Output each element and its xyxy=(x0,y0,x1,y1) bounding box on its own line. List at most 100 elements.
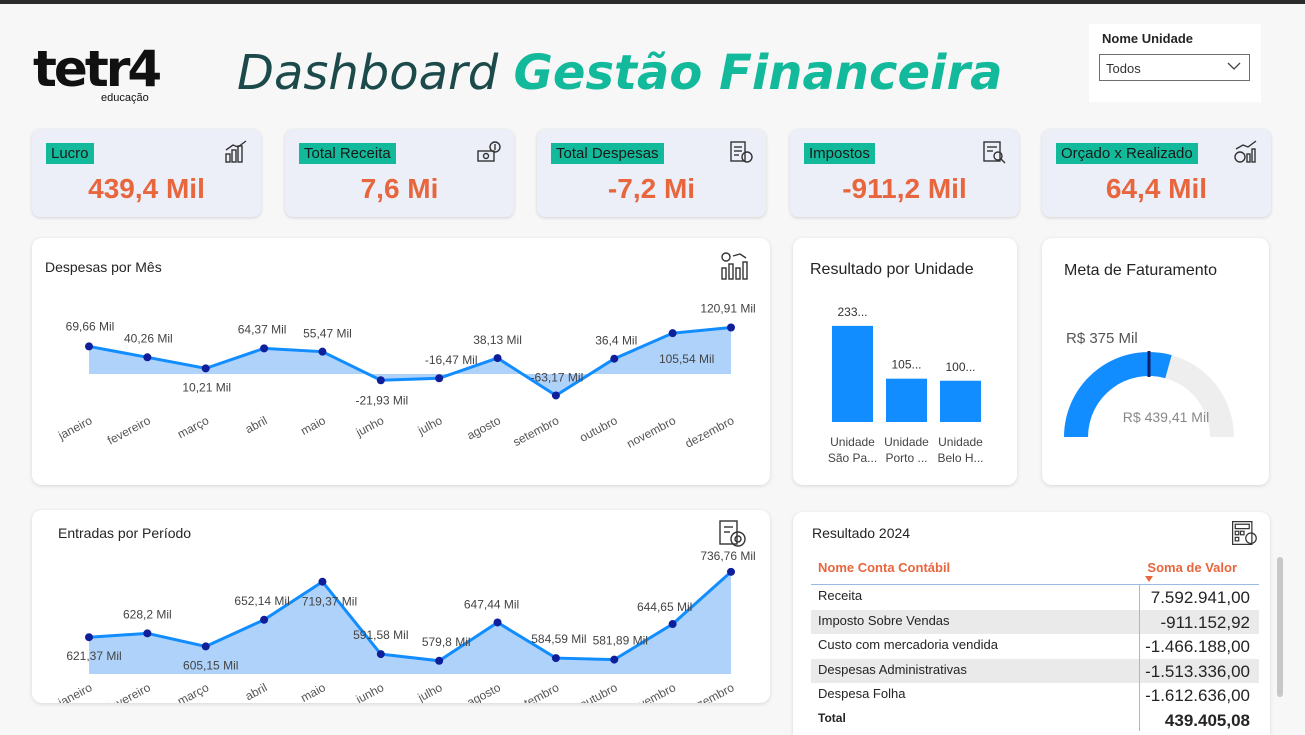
gauge-target-label: R$ 375 Mil xyxy=(1066,330,1138,347)
data-point xyxy=(435,656,444,665)
column-divider xyxy=(1139,585,1140,731)
dropdown-value: Todos xyxy=(1106,61,1141,76)
data-label: 652,14 Mil xyxy=(234,594,289,608)
calculator-icon xyxy=(1232,521,1257,545)
data-point xyxy=(493,354,502,363)
data-label: 584,59 Mil xyxy=(531,632,586,646)
x-tick-label: Unidade xyxy=(830,435,875,449)
data-label: 605,15 Mil xyxy=(183,658,238,672)
x-tick-label: novembro xyxy=(624,680,678,703)
kpi-label: Total Despesas xyxy=(551,143,664,164)
x-tick-label: agosto xyxy=(465,413,504,442)
x-tick-label: fevereiro xyxy=(105,413,153,447)
resultado-title: Resultado 2024 xyxy=(812,525,911,541)
despesas-plot: 69,66 Mil janeiro 40,26 Mil fevereiro 10,21 … xyxy=(55,302,756,451)
unidade-plot: 233... Unidade São Pa... 105... Unidade Porto… xyxy=(828,305,984,465)
x-tick-label: novembro xyxy=(624,413,678,451)
data-point xyxy=(610,655,619,664)
data-label: 69,66 Mil xyxy=(66,319,115,333)
bar-chart-icon xyxy=(225,140,247,163)
data-point xyxy=(201,642,210,651)
logo-sub: educação xyxy=(101,92,149,104)
kpi-value: 64,4 Mil xyxy=(1105,173,1208,204)
x-tick-label: junho xyxy=(353,680,387,703)
x-tick-label: setembro xyxy=(511,680,562,703)
meta-gauge: R$ 375 Mil R$ 439,41 Mil xyxy=(1064,330,1234,437)
page-title: Dashboard Gestão Financeira xyxy=(237,44,1003,102)
bar-label: 233... xyxy=(837,305,867,319)
table-row: Custo com mercadoria vendida -1.466.188,0… xyxy=(811,634,1259,659)
data-point xyxy=(260,615,269,624)
x-tick-label: Unidade xyxy=(884,435,929,449)
data-label: 628,2 Mil xyxy=(123,607,172,621)
x-tick-label: janeiro xyxy=(55,413,95,443)
data-label: 64,37 Mil xyxy=(238,322,287,336)
data-label: -21,93 Mil xyxy=(355,393,408,407)
data-label: 40,26 Mil xyxy=(124,331,173,345)
gauge-value-label: R$ 439,41 Mil xyxy=(1123,409,1209,425)
x-tick-label: setembro xyxy=(511,413,562,449)
x-tick-label: dezembro xyxy=(683,680,737,703)
row-label: Despesa Folha xyxy=(818,686,906,701)
column-header-valor[interactable]: Soma de Valor xyxy=(1147,560,1237,575)
x-tick-label: janeiro xyxy=(55,680,95,703)
bar-label: 105... xyxy=(891,358,921,372)
kpi-total-despesas: Total Despesas -7,2 Mi xyxy=(537,129,766,217)
x-tick-label: Porto ... xyxy=(885,451,927,465)
table-scrollbar[interactable] xyxy=(1277,557,1283,697)
kpi-total-receita: Total Receita 7,6 Mi xyxy=(285,129,514,217)
data-label: 621,37 Mil xyxy=(66,649,121,663)
meta-card: Meta de Faturamento R$ 375 Mil R$ 439,41 … xyxy=(1042,238,1269,485)
unidade-dropdown[interactable]: Todos xyxy=(1099,54,1250,81)
data-label: 579,8 Mil xyxy=(422,635,471,649)
data-label: 647,44 Mil xyxy=(464,597,519,611)
x-tick-label: dezembro xyxy=(683,413,737,451)
data-point xyxy=(435,374,444,383)
bar xyxy=(940,380,981,422)
data-label: 10,21 Mil xyxy=(182,380,231,394)
data-point xyxy=(260,344,269,353)
data-point xyxy=(610,354,619,363)
row-label: Imposto Sobre Vendas xyxy=(818,612,950,628)
unidade-card: Resultado por Unidade 233... Unidade São P… xyxy=(793,238,1017,485)
data-point xyxy=(551,391,560,400)
x-tick-label: Belo H... xyxy=(937,451,983,465)
kpi-label: Lucro xyxy=(46,143,94,164)
tax-icon xyxy=(983,141,1006,164)
data-point xyxy=(143,629,152,638)
despesas-card: Despesas por Mês 69,66 Mil janeiro 40,26 M… xyxy=(32,238,770,485)
page-title-part1: Dashboard xyxy=(237,45,514,101)
data-point xyxy=(727,323,735,332)
bar xyxy=(832,325,873,422)
data-label: 105,54 Mil xyxy=(659,352,714,366)
row-value: -1.513.336,00 xyxy=(1145,661,1250,681)
kpi-orcado-realizado: Orçado x Realizado 64,4 Mil xyxy=(1042,129,1271,217)
sort-desc-icon[interactable] xyxy=(1145,576,1153,582)
x-tick-label: maio xyxy=(298,680,328,703)
table-row: Receita 7.592.941,00 xyxy=(811,585,1259,610)
data-label: -16,47 Mil xyxy=(425,353,478,367)
x-tick-label: outubro xyxy=(577,413,620,445)
kpi-lucro: Lucro 439,4 Mil xyxy=(32,129,261,217)
unidade-slicer: Nome Unidade Todos xyxy=(1089,24,1261,102)
kpi-label: Impostos xyxy=(804,143,875,164)
data-label: 581,89 Mil xyxy=(593,634,648,648)
logo-word: tetr4 xyxy=(33,40,162,98)
kpi-value: 7,6 Mi xyxy=(360,173,439,204)
data-point xyxy=(85,342,93,351)
x-tick-label: São Pa... xyxy=(828,451,877,465)
x-tick-label: maio xyxy=(298,413,328,438)
row-value: -1.612.636,00 xyxy=(1145,686,1250,705)
data-label: 719,37 Mil xyxy=(302,595,357,609)
row-label: Despesas Administrativas xyxy=(818,661,967,677)
x-tick-label: julho xyxy=(415,680,445,703)
resultado-table: Nome Conta Contábil Soma de Valor Receit… xyxy=(811,556,1259,732)
entradas-plot: 621,37 Mil janeiro 628,2 Mil fevereiro 605,1… xyxy=(55,549,756,703)
data-point xyxy=(668,329,677,338)
column-header-conta[interactable]: Nome Conta Contábil xyxy=(818,560,950,575)
entradas-card: Entradas por Período 621,37 Mil janeiro 62… xyxy=(32,510,770,703)
table-row: Despesas Administrativas -1.513.336,00 xyxy=(811,658,1259,683)
x-tick-label: junho xyxy=(353,413,387,440)
data-point xyxy=(318,347,327,356)
growth-icon xyxy=(1234,140,1257,163)
